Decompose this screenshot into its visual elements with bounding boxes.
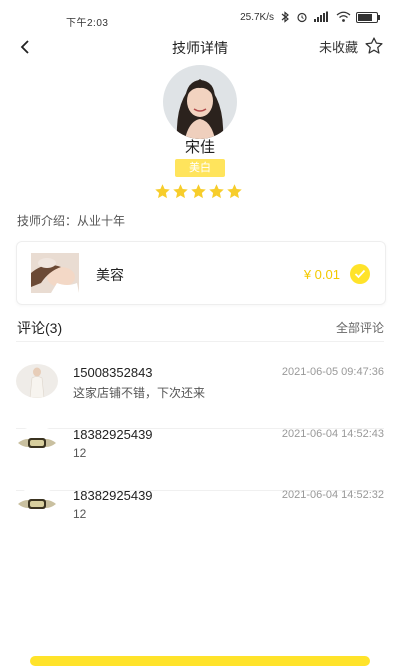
- review-text: 12: [73, 507, 87, 521]
- service-name: 美容: [96, 267, 124, 283]
- service-image: [31, 253, 79, 293]
- review-item: 18382925439 2021-06-04 14:52:32 12: [16, 487, 384, 547]
- review-time: 2021-06-04 14:52:43: [281, 428, 384, 440]
- reviewer-phone: 18382925439: [73, 488, 153, 503]
- status-icons: 25.7K/s: [240, 11, 380, 23]
- review-time: 2021-06-04 14:52:32: [281, 489, 384, 501]
- review-item: 15008352843 2021-06-05 09:47:36 这家店铺不错，下…: [16, 364, 384, 429]
- status-time: 下午2:03: [66, 18, 109, 29]
- service-card[interactable]: 美容 ¥ 0.01: [16, 241, 386, 305]
- star-icon: [191, 184, 206, 199]
- reviewer-phone: 15008352843: [73, 365, 153, 380]
- reviewer-avatar: [16, 426, 58, 460]
- review-time: 2021-06-05 09:47:36: [281, 366, 384, 378]
- star-icon: [227, 184, 242, 199]
- technician-intro: 技师介绍：从业十年: [17, 214, 126, 228]
- star-outline-icon: [365, 37, 383, 54]
- reviews-divider: [16, 341, 384, 342]
- status-bar: 下午2:03 25.7K/s: [0, 0, 400, 30]
- reviewer-avatar: [16, 487, 58, 521]
- technician-tag: 美白: [175, 159, 225, 177]
- bottom-action-bar[interactable]: [30, 656, 370, 666]
- star-icon: [209, 184, 224, 199]
- reviews-title: 评论(3): [17, 320, 63, 336]
- alarm-icon: [297, 12, 307, 23]
- favorite-button[interactable]: 未收藏: [319, 36, 384, 56]
- network-speed: 25.7K/s: [240, 11, 274, 23]
- star-icon: [173, 184, 188, 199]
- reviewer-phone: 18382925439: [73, 427, 153, 442]
- all-reviews-link[interactable]: 全部评论: [336, 319, 384, 336]
- battery-icon: [356, 11, 380, 23]
- reviewer-avatar: [16, 364, 58, 398]
- star-icon: [155, 184, 170, 199]
- favorite-label: 未收藏: [318, 39, 358, 55]
- review-text: 12: [73, 446, 87, 460]
- review-text: 这家店铺不错，下次还来: [73, 386, 206, 400]
- service-price: ¥ 0.01: [303, 267, 340, 282]
- check-icon: [354, 269, 366, 279]
- bluetooth-icon: [281, 11, 289, 23]
- review-item: 18382925439 2021-06-04 14:52:43 12: [16, 426, 384, 491]
- rating-stars: [154, 183, 243, 200]
- wifi-icon: [336, 11, 351, 22]
- technician-avatar: [163, 65, 237, 139]
- header: 技师详情 未收藏: [0, 30, 400, 64]
- service-selected-check[interactable]: [350, 264, 370, 284]
- signal-icon: [314, 11, 328, 22]
- technician-name: 宋佳: [184, 139, 215, 156]
